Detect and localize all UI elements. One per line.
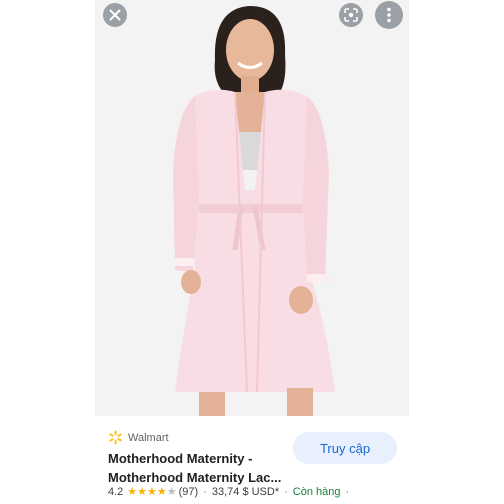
walmart-spark-icon — [109, 430, 122, 445]
visit-button[interactable]: Truy cập — [293, 432, 397, 464]
price: 33,74 $ USD* — [211, 485, 280, 498]
title-line-1: Motherhood Maternity - — [108, 451, 253, 466]
product-image[interactable] — [95, 0, 409, 416]
review-count: (97) — [178, 485, 199, 498]
google-lens-button[interactable] — [339, 3, 363, 27]
google-lens-icon — [344, 8, 358, 22]
separator-dot: · — [284, 485, 288, 498]
separator-dot: · — [203, 485, 207, 498]
availability-status: Còn hàng — [292, 485, 341, 498]
close-button[interactable] — [103, 3, 127, 27]
source-name: Walmart — [128, 431, 169, 444]
result-title[interactable]: Motherhood Maternity - Motherhood Matern… — [108, 449, 298, 487]
more-vert-icon — [387, 7, 391, 23]
more-options-button[interactable] — [375, 1, 403, 29]
separator-dot: · — [345, 485, 350, 498]
product-photo-illustration — [95, 0, 409, 416]
result-meta-row: 4.2 ★★★★★ (97) · 33,74 $ USD* · Còn hàng… — [108, 485, 354, 499]
source-row[interactable]: Walmart — [108, 430, 169, 445]
rating-stars-icon: ★★★★★ — [127, 486, 177, 498]
close-icon — [109, 9, 121, 21]
result-info-panel: Walmart Motherhood Maternity - Motherhoo… — [95, 416, 409, 504]
rating-value: 4.2 — [108, 485, 124, 498]
